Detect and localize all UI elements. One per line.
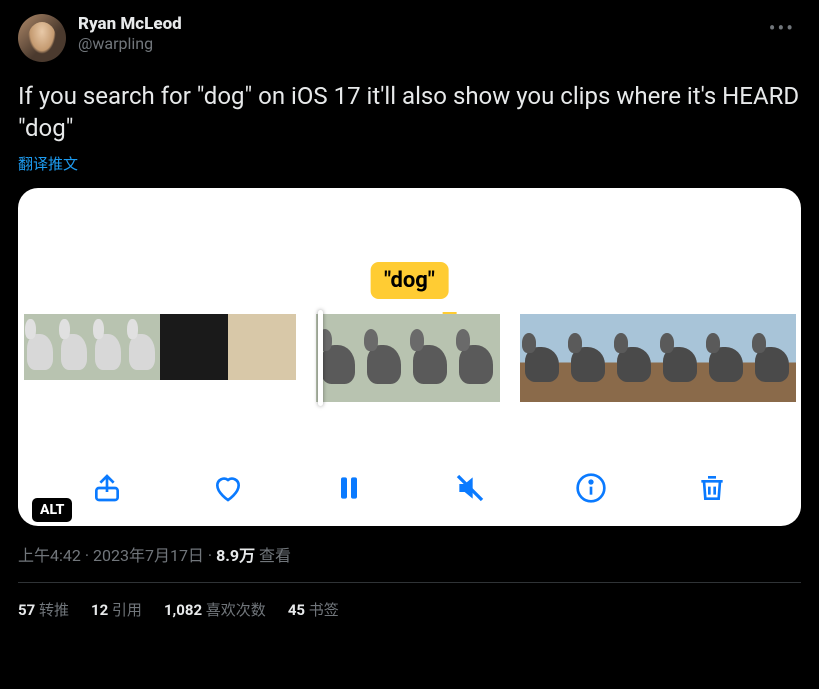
- clip-frame: [408, 314, 454, 402]
- views-label: 查看: [259, 546, 291, 565]
- clip-frame: [194, 314, 228, 380]
- clip-frame: [24, 314, 58, 380]
- avatar[interactable]: [18, 14, 66, 62]
- clip-frame: [92, 314, 126, 380]
- clip-frame: [658, 314, 704, 402]
- info-button[interactable]: [573, 470, 609, 506]
- clip-frame: [160, 314, 194, 380]
- clip-group-2[interactable]: [316, 314, 500, 402]
- tweet-date[interactable]: 2023年7月17日: [93, 546, 204, 565]
- speaker-muted-icon: [454, 472, 486, 504]
- alt-badge[interactable]: ALT: [32, 498, 72, 522]
- delete-button[interactable]: [694, 470, 730, 506]
- playhead[interactable]: [318, 310, 323, 406]
- retweets-count: 57: [18, 601, 35, 619]
- media-toolbar: [18, 470, 801, 506]
- translate-link[interactable]: 翻译推文: [18, 153, 801, 174]
- info-icon: [575, 472, 607, 504]
- likes-count: 1,082: [164, 601, 202, 619]
- clip-frame: [566, 314, 612, 402]
- tweet-meta: 上午4:42 · 2023年7月17日 · 8.9万 查看: [18, 542, 801, 566]
- clip-group-1[interactable]: [24, 314, 296, 402]
- video-timeline[interactable]: [18, 314, 801, 402]
- handle[interactable]: @warpling: [78, 34, 763, 53]
- quotes-stat[interactable]: 12 引用: [91, 599, 142, 620]
- likes-stat[interactable]: 1,082 喜欢次数: [164, 599, 266, 620]
- author-names: Ryan McLeod @warpling: [78, 14, 763, 53]
- clip-frame: [612, 314, 658, 402]
- trash-icon: [696, 472, 728, 504]
- retweets-stat[interactable]: 57 转推: [18, 599, 69, 620]
- display-name[interactable]: Ryan McLeod: [78, 14, 763, 34]
- clip-frame: [454, 314, 500, 402]
- clip-frame: [228, 314, 262, 380]
- tweet-header: Ryan McLeod @warpling •••: [18, 14, 801, 62]
- bookmarks-label: 书签: [309, 601, 339, 619]
- tweet-text: If you search for "dog" on iOS 17 it'll …: [18, 80, 801, 145]
- clip-frame: [704, 314, 750, 402]
- like-button[interactable]: [210, 470, 246, 506]
- clip-group-3[interactable]: [520, 314, 796, 402]
- pause-button[interactable]: [331, 470, 367, 506]
- quotes-count: 12: [91, 601, 108, 619]
- likes-label: 喜欢次数: [206, 601, 266, 619]
- bookmarks-count: 45: [288, 601, 305, 619]
- more-button[interactable]: •••: [763, 14, 801, 42]
- clip-frame: [262, 314, 296, 380]
- clip-frame: [362, 314, 408, 402]
- bookmarks-stat[interactable]: 45 书签: [288, 599, 339, 620]
- tweet-stats: 57 转推 12 引用 1,082 喜欢次数 45 书签: [18, 583, 801, 636]
- clip-frame: [750, 314, 796, 402]
- media-card[interactable]: "dog": [18, 188, 801, 526]
- share-button[interactable]: [89, 470, 125, 506]
- heart-icon: [212, 472, 244, 504]
- clip-frame: [126, 314, 160, 380]
- clip-frame: [58, 314, 92, 380]
- pause-icon: [333, 472, 365, 504]
- tweet-time[interactable]: 上午4:42: [18, 546, 81, 565]
- clip-frame: [520, 314, 566, 402]
- share-icon: [91, 472, 123, 504]
- views-count: 8.9万: [216, 546, 255, 565]
- quotes-label: 引用: [112, 601, 142, 619]
- mute-button[interactable]: [452, 470, 488, 506]
- search-term-badge: "dog": [370, 262, 449, 299]
- retweets-label: 转推: [39, 601, 69, 619]
- tweet-container: Ryan McLeod @warpling ••• If you search …: [0, 0, 819, 636]
